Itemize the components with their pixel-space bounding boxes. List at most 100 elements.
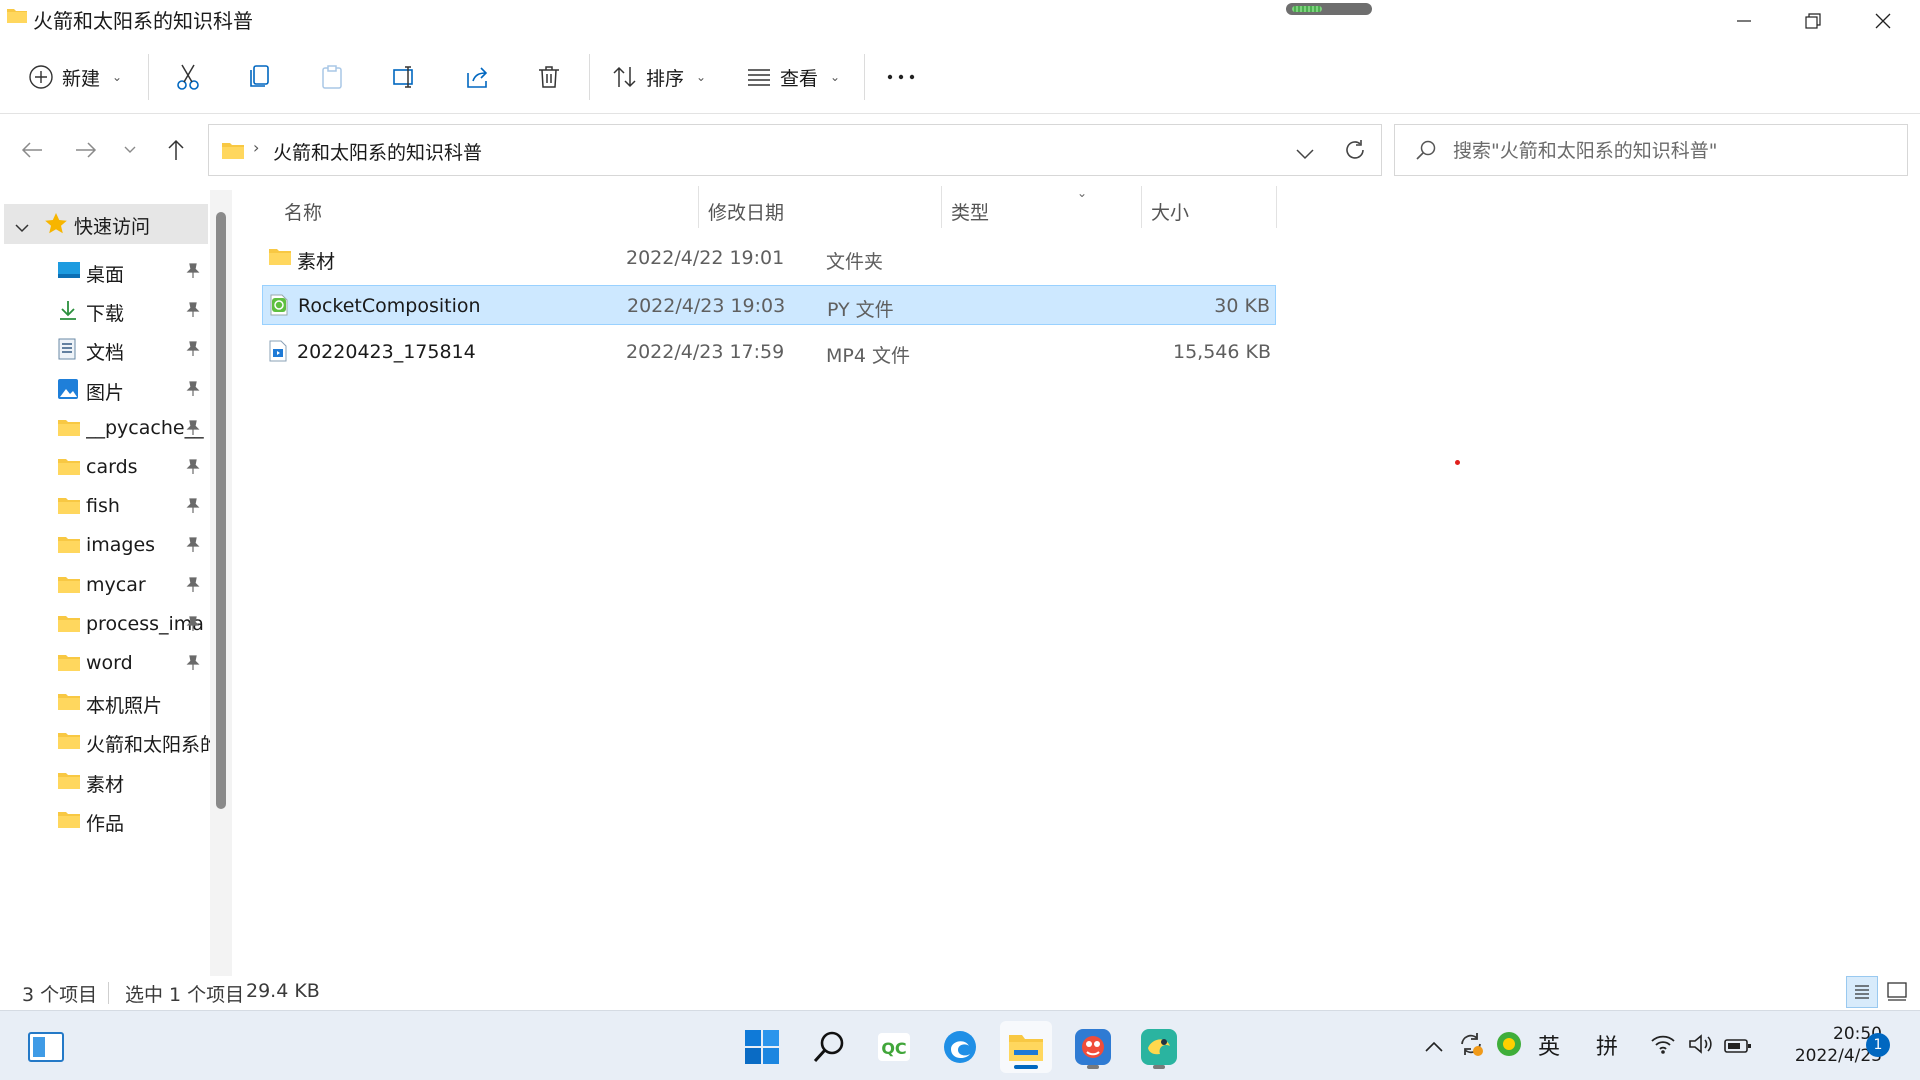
more-button[interactable]	[886, 56, 916, 98]
file-name: RocketComposition	[298, 295, 481, 317]
forward-button[interactable]	[68, 132, 104, 168]
folder-icon	[57, 456, 81, 481]
pictures-icon	[57, 378, 79, 405]
up-button[interactable]	[158, 132, 194, 168]
new-button[interactable]: 新建 ⌄	[28, 56, 122, 98]
minimize-button[interactable]	[1709, 0, 1779, 42]
widgets-button[interactable]	[20, 1021, 72, 1073]
sidebar-item[interactable]: 火箭和太阳系的	[0, 722, 210, 762]
folder-icon	[221, 140, 245, 165]
large-icons-view-button[interactable]	[1882, 976, 1914, 1008]
column-header-size[interactable]: 大小	[1141, 186, 1276, 228]
video-file-icon	[268, 340, 288, 367]
ime-language-indicator[interactable]: 英	[1538, 1029, 1560, 1061]
star-icon	[44, 212, 68, 241]
view-button[interactable]: 查看 ⌄	[746, 56, 840, 98]
sidebar-item[interactable]: mycar	[0, 566, 210, 606]
taskbar: QC 英 拼 20:50 2022/4/23 1	[0, 1010, 1920, 1080]
search-button[interactable]	[803, 1021, 855, 1073]
delete-button[interactable]	[537, 56, 561, 98]
desktop-icon	[57, 260, 81, 285]
restore-button[interactable]	[1778, 0, 1848, 42]
file-row[interactable]: 素材 2022/4/22 19:01 文件夹	[262, 238, 1276, 278]
taskbar-app-edge[interactable]	[934, 1021, 986, 1073]
pin-icon	[186, 536, 200, 558]
column-header-type[interactable]: 类型 ⌄	[941, 186, 1141, 228]
copy-button[interactable]	[248, 56, 272, 98]
sort-button[interactable]: 排序 ⌄	[612, 56, 706, 98]
paste-button[interactable]	[320, 56, 344, 98]
address-bar[interactable]: › 火箭和太阳系的知识科普	[208, 124, 1382, 176]
copy-icon	[250, 65, 269, 87]
qc-app-icon: QC	[878, 1033, 910, 1061]
clock[interactable]: 20:50 2022/4/23	[1762, 1023, 1882, 1067]
rename-button[interactable]	[392, 56, 418, 98]
sidebar-item[interactable]: images	[0, 526, 210, 566]
search-input[interactable]	[1453, 137, 1893, 165]
share-button[interactable]	[465, 56, 491, 98]
sidebar-item[interactable]: 下载	[0, 291, 210, 331]
chevron-down-icon[interactable]	[14, 216, 30, 238]
breadcrumb-current[interactable]: 火箭和太阳系的知识科普	[273, 138, 482, 165]
recent-locations-button[interactable]	[112, 132, 148, 168]
start-button[interactable]	[736, 1021, 788, 1073]
clock-date: 2022/4/23	[1794, 1046, 1882, 1066]
sidebar-item[interactable]: 作品	[0, 801, 210, 841]
arrow-left-icon	[21, 142, 42, 158]
file-row[interactable]: RocketComposition 2022/4/23 19:03 PY 文件 30 …	[262, 285, 1276, 325]
tray-app-icon[interactable]	[1496, 1031, 1522, 1063]
folder-icon	[268, 246, 292, 271]
sidebar-item[interactable]: cards	[0, 448, 210, 488]
taskbar-app-python[interactable]	[1133, 1021, 1185, 1073]
file-date: 2022/4/23 17:59	[626, 341, 785, 363]
tray-sync-icon[interactable]	[1458, 1031, 1484, 1063]
file-row[interactable]: 20220423_175814 2022/4/23 17:59 MP4 文件 15,5…	[262, 332, 1276, 372]
close-icon	[1875, 13, 1891, 29]
file-size: 30 KB	[1214, 295, 1270, 317]
cut-button[interactable]	[175, 56, 201, 98]
sidebar-item[interactable]: 素材	[0, 762, 210, 802]
show-hidden-icons-button[interactable]	[1424, 1035, 1444, 1060]
sidebar-item[interactable]: fish	[0, 487, 210, 527]
command-bar: 新建 ⌄ 排序 ⌄ 查看 ⌄	[0, 40, 1920, 114]
sidebar-item-label: 快速访问	[74, 216, 151, 238]
sidebar-item[interactable]: __pycache__	[0, 409, 210, 449]
sidebar-item[interactable]: 文档	[0, 330, 210, 370]
sidebar-item[interactable]: process_ima	[0, 605, 210, 645]
taskbar-app-scratch[interactable]	[1067, 1021, 1119, 1073]
battery-icon[interactable]	[1724, 1035, 1752, 1060]
pin-icon	[186, 340, 200, 362]
taskbar-app-file-explorer[interactable]	[1000, 1021, 1052, 1073]
restore-icon	[1805, 13, 1821, 29]
sidebar-item[interactable]: 图片	[0, 370, 210, 410]
back-button[interactable]	[14, 132, 50, 168]
taskbar-app-qc[interactable]: QC	[868, 1021, 920, 1073]
address-dropdown-icon[interactable]	[1295, 143, 1315, 165]
notification-badge[interactable]: 1	[1866, 1033, 1890, 1057]
snap-handle[interactable]	[1286, 3, 1372, 15]
column-header-name[interactable]: 名称	[274, 186, 704, 228]
column-header-date[interactable]: 修改日期	[698, 186, 942, 228]
details-view-button[interactable]	[1846, 976, 1878, 1008]
sidebar-item[interactable]: word	[0, 644, 210, 684]
sidebar-item[interactable]: 桌面	[0, 252, 210, 292]
wifi-icon[interactable]	[1650, 1033, 1676, 1061]
arrow-right-icon	[76, 142, 97, 158]
file-size: 15,546 KB	[1172, 341, 1271, 363]
edge-icon	[944, 1031, 976, 1063]
view-label: 查看	[780, 67, 819, 90]
close-button[interactable]	[1848, 0, 1918, 42]
ime-mode-indicator[interactable]: 拼	[1596, 1029, 1618, 1061]
file-name: 素材	[297, 251, 336, 273]
share-icon	[467, 67, 488, 88]
volume-icon[interactable]	[1688, 1033, 1714, 1061]
pin-icon	[186, 419, 200, 441]
sidebar-item-quick-access[interactable]: 快速访问	[4, 204, 208, 244]
sidebar-item[interactable]: 本机照片	[0, 683, 210, 723]
refresh-icon[interactable]	[1343, 138, 1367, 167]
large-icons-view-icon	[1887, 982, 1907, 1001]
search-box[interactable]	[1394, 124, 1908, 176]
file-list: 名称 修改日期 类型 ⌄ 大小 素材 2022/4/22 19:01 文件夹 Rock…	[236, 186, 1920, 976]
pin-icon	[186, 576, 200, 598]
sidebar-scroll-thumb[interactable]	[216, 212, 226, 809]
